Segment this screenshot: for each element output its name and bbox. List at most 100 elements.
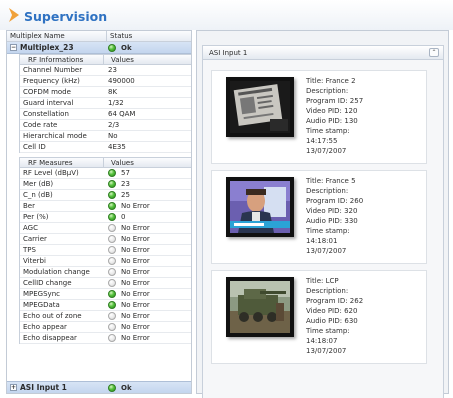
row-label: Echo appear bbox=[23, 323, 67, 331]
program-thumbnail-image bbox=[230, 81, 290, 133]
row-label: MPEGData bbox=[23, 301, 60, 309]
rf-measures-table: RF Measures Values RF Level (dBµV) 57 Mer … bbox=[19, 157, 191, 344]
row-value: No Error bbox=[121, 246, 150, 254]
table-row[interactable]: Constellation 64 QAM bbox=[20, 109, 191, 120]
time-stamp-date: 13/07/2007 bbox=[306, 347, 347, 355]
ok-status-icon bbox=[108, 191, 116, 199]
supervision-tree: Multiplex Name Status − Multiplex_23 Ok … bbox=[6, 30, 192, 394]
program-description: Description: bbox=[306, 87, 349, 95]
program-info: Title: France 2 Description: Program ID:… bbox=[306, 76, 363, 156]
table-row[interactable]: AGC No Error bbox=[20, 223, 191, 234]
program-title: Title: France 2 bbox=[306, 77, 356, 85]
row-value-cell: No Error bbox=[105, 323, 150, 331]
table-row[interactable]: Carrier No Error bbox=[20, 234, 191, 245]
page-title: Supervision bbox=[24, 9, 108, 24]
program-info: Title: France 5 Description: Program ID:… bbox=[306, 176, 363, 256]
program-info: Title: LCP Description: Program ID: 262 … bbox=[306, 276, 363, 356]
row-value-cell: No Error bbox=[105, 224, 150, 232]
time-stamp-time: 14:18:07 bbox=[306, 337, 338, 345]
column-status[interactable]: Status bbox=[107, 31, 132, 41]
expand-toggle-icon[interactable]: + bbox=[10, 384, 17, 391]
table-row[interactable]: Modulation change No Error bbox=[20, 267, 191, 278]
row-value: 1/32 bbox=[108, 99, 124, 107]
inactive-status-icon bbox=[108, 334, 116, 342]
table-row[interactable]: TPS No Error bbox=[20, 245, 191, 256]
row-value-cell: 25 bbox=[105, 191, 130, 199]
row-label: COFDM mode bbox=[23, 88, 71, 96]
ok-status-icon bbox=[108, 290, 116, 298]
collapse-toggle-icon[interactable]: − bbox=[10, 44, 17, 51]
table-row[interactable]: Frequency (kHz) 490000 bbox=[20, 76, 191, 87]
row-value-cell: No Error bbox=[105, 334, 150, 342]
row-value: No Error bbox=[121, 279, 150, 287]
table-row[interactable]: Mer (dB) 23 bbox=[20, 179, 191, 190]
table-row[interactable]: Per (%) 0 bbox=[20, 212, 191, 223]
audio-pid: Audio PID: 630 bbox=[306, 317, 358, 325]
row-value: No Error bbox=[121, 202, 150, 210]
ok-status-icon bbox=[108, 202, 116, 210]
tree-row-multiplex[interactable]: − Multiplex_23 Ok bbox=[7, 42, 191, 54]
program-card-lcp[interactable]: Title: LCP Description: Program ID: 262 … bbox=[211, 270, 427, 364]
inactive-status-icon bbox=[108, 235, 116, 243]
row-value-cell: 4E35 bbox=[105, 143, 126, 151]
table-row[interactable]: MPEGData No Error bbox=[20, 300, 191, 311]
row-value-cell: No Error bbox=[105, 279, 150, 287]
table-row[interactable]: COFDM mode 8K bbox=[20, 87, 191, 98]
table-row[interactable]: C_n (dB) 25 bbox=[20, 190, 191, 201]
program-card-france-5[interactable]: Title: France 5 Description: Program ID:… bbox=[211, 170, 427, 264]
row-value-cell: 1/32 bbox=[105, 99, 124, 107]
ok-status-icon bbox=[108, 213, 116, 221]
inactive-status-icon bbox=[108, 246, 116, 254]
table-row[interactable]: Viterbi No Error bbox=[20, 256, 191, 267]
row-value: No Error bbox=[121, 334, 150, 342]
table-row[interactable]: Echo appear No Error bbox=[20, 322, 191, 333]
video-pid: Video PID: 620 bbox=[306, 307, 358, 315]
asi-input-panel-header[interactable]: ASI Input 1 ⌃ bbox=[203, 46, 443, 60]
column-multiplex-name[interactable]: Multiplex Name bbox=[7, 31, 107, 41]
program-title: Title: LCP bbox=[306, 277, 339, 285]
row-value-cell: No Error bbox=[105, 257, 150, 265]
table-row[interactable]: RF Level (dBµV) 57 bbox=[20, 168, 191, 179]
row-value: No bbox=[108, 132, 118, 140]
row-value-cell: No Error bbox=[105, 268, 150, 276]
row-label: C_n (dB) bbox=[23, 191, 53, 199]
inactive-status-icon bbox=[108, 279, 116, 287]
column-rf-informations[interactable]: RF Informations bbox=[20, 55, 104, 64]
table-row[interactable]: Guard interval 1/32 bbox=[20, 98, 191, 109]
row-value-cell: No Error bbox=[105, 312, 150, 320]
audio-pid: Audio PID: 130 bbox=[306, 117, 358, 125]
time-stamp-time: 14:18:01 bbox=[306, 237, 338, 245]
rf-informations-header: RF Informations Values bbox=[20, 54, 191, 65]
program-id: Program ID: 262 bbox=[306, 297, 364, 305]
row-label: Constellation bbox=[23, 110, 69, 118]
table-row[interactable]: MPEGSync No Error bbox=[20, 289, 191, 300]
program-card-france-2[interactable]: Title: France 2 Description: Program ID:… bbox=[211, 70, 427, 164]
row-value-cell: No Error bbox=[105, 301, 150, 309]
table-row[interactable]: Cell ID 4E35 bbox=[20, 142, 191, 153]
table-row[interactable]: Echo disappear No Error bbox=[20, 333, 191, 344]
table-row[interactable]: Ber No Error bbox=[20, 201, 191, 212]
table-row[interactable]: CellID change No Error bbox=[20, 278, 191, 289]
inactive-status-icon bbox=[108, 268, 116, 276]
row-label: Mer (dB) bbox=[23, 180, 54, 188]
table-row[interactable]: Hierarchical mode No bbox=[20, 131, 191, 142]
row-value-cell: 8K bbox=[105, 88, 117, 96]
column-values[interactable]: Values bbox=[104, 55, 134, 64]
row-label: Guard interval bbox=[23, 99, 74, 107]
tree-row-asi-input[interactable]: + ASI Input 1 Ok bbox=[7, 381, 191, 393]
rf-measures-header: RF Measures Values bbox=[20, 157, 191, 168]
double-chevron-up-icon[interactable]: ⌃ bbox=[429, 48, 439, 57]
asi-input-status: Ok bbox=[121, 383, 132, 392]
program-id: Program ID: 257 bbox=[306, 97, 364, 105]
table-row[interactable]: Code rate 2/3 bbox=[20, 120, 191, 131]
table-row[interactable]: Echo out of zone No Error bbox=[20, 311, 191, 322]
column-rf-measures[interactable]: RF Measures bbox=[20, 158, 104, 167]
ok-status-icon bbox=[108, 301, 116, 309]
column-values[interactable]: Values bbox=[104, 158, 134, 167]
program-title: Title: France 5 bbox=[306, 177, 356, 185]
row-value: No Error bbox=[121, 312, 150, 320]
row-value-cell: 64 QAM bbox=[105, 110, 135, 118]
inactive-status-icon bbox=[108, 257, 116, 265]
row-value: No Error bbox=[121, 301, 150, 309]
table-row[interactable]: Channel Number 23 bbox=[20, 65, 191, 76]
